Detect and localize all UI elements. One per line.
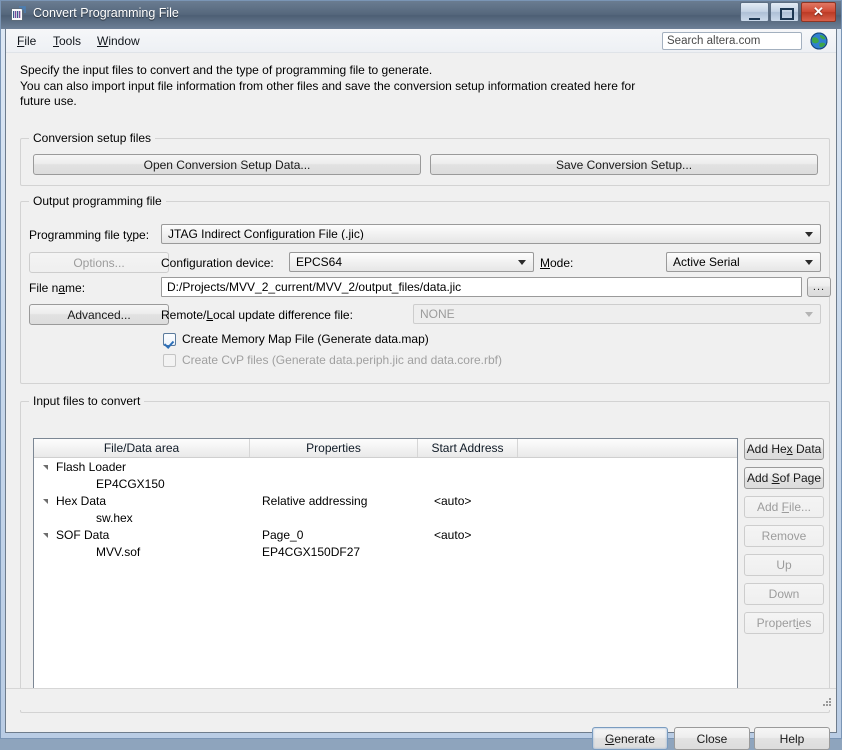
- instructions-line-2: You can also import input file informati…: [20, 78, 636, 93]
- chevron-down-icon: [518, 260, 526, 265]
- title-bar[interactable]: Convert Programming File ✕: [1, 1, 841, 29]
- create-cvp-files-label: Create CvP files (Generate data.periph.j…: [182, 353, 502, 367]
- search-input[interactable]: [662, 32, 802, 50]
- chevron-down-icon: [805, 260, 813, 265]
- input-files-to-convert-title: Input files to convert: [29, 394, 145, 408]
- cell-properties: Relative addressing: [262, 494, 368, 508]
- cell-properties: Page_0: [262, 528, 304, 542]
- mode-label: Mode:: [540, 256, 574, 270]
- create-cvp-files-checkbox[interactable]: [163, 354, 176, 367]
- close-window-button[interactable]: ✕: [801, 2, 836, 22]
- status-bar: [6, 688, 836, 710]
- side-button-add-sof-page[interactable]: Add Sof Page: [744, 467, 824, 489]
- tree-expander-icon[interactable]: [43, 499, 48, 504]
- cell-file-data-area: sw.hex: [96, 511, 133, 525]
- conversion-setup-files-title: Conversion setup files: [29, 131, 156, 145]
- chevron-down-icon: [805, 232, 813, 237]
- output-programming-file-title: Output programming file: [29, 194, 166, 208]
- table-row[interactable]: Flash Loader: [34, 459, 737, 476]
- side-button-down[interactable]: Down: [744, 583, 824, 605]
- side-button-remove[interactable]: Remove: [744, 525, 824, 547]
- menu-tools[interactable]: Tools: [48, 33, 86, 49]
- close-icon: ✕: [813, 4, 824, 19]
- cell-properties: [262, 510, 422, 527]
- instructions-text: Specify the input files to convert and t…: [20, 63, 640, 110]
- menu-file[interactable]: File: [12, 33, 41, 49]
- configuration-device-select[interactable]: EPCS64: [289, 252, 534, 272]
- cell-start-address: [434, 476, 524, 493]
- menu-bar: File Tools Window: [6, 29, 836, 53]
- side-button-up[interactable]: Up: [744, 554, 824, 576]
- table-header-row: File/Data area Properties Start Address: [34, 439, 737, 458]
- window-client-area: File Tools Window Specify the input file…: [5, 29, 837, 750]
- convert-programming-file-window: Convert Programming File ✕ File Tools Wi…: [0, 0, 842, 750]
- browse-file-button[interactable]: ...: [807, 277, 831, 297]
- cell-file-data-area: MVV.sof: [96, 545, 141, 559]
- programming-file-icon: [10, 6, 27, 23]
- globe-icon[interactable]: [809, 31, 829, 51]
- maximize-button[interactable]: [770, 2, 799, 22]
- file-name-input[interactable]: [161, 277, 802, 297]
- cell-properties: [262, 459, 422, 476]
- input-files-table[interactable]: File/Data area Properties Start Address …: [33, 438, 738, 702]
- resize-grip[interactable]: [821, 696, 833, 708]
- side-button-properties[interactable]: Properties: [744, 612, 824, 634]
- file-name-label: File name:: [29, 281, 86, 295]
- table-row[interactable]: EP4CGX150: [34, 476, 737, 493]
- column-header-blank[interactable]: [518, 439, 737, 457]
- column-header-properties[interactable]: Properties: [250, 439, 418, 457]
- table-row[interactable]: SOF Data Page_0 <auto>: [34, 527, 737, 544]
- tree-expander-icon[interactable]: [43, 465, 48, 470]
- side-button-add-hex-data[interactable]: Add Hex Data: [744, 438, 824, 460]
- save-conversion-setup-button[interactable]: Save Conversion Setup...: [430, 154, 818, 175]
- instructions-line-3: future use.: [20, 94, 77, 108]
- table-row[interactable]: Hex Data Relative addressing <auto>: [34, 493, 737, 510]
- programming-file-type-label: Programming file type:: [29, 228, 150, 242]
- remote-local-update-value: NONE: [420, 308, 455, 320]
- table-row[interactable]: sw.hex: [34, 510, 737, 527]
- options-button[interactable]: Options...: [29, 252, 169, 273]
- programming-file-type-select[interactable]: JTAG Indirect Configuration File (.jic): [161, 224, 821, 244]
- window-title: Convert Programming File: [33, 6, 179, 20]
- dialog-content: Specify the input files to convert and t…: [6, 53, 836, 750]
- cell-start-address: [434, 459, 524, 476]
- side-button-add-file[interactable]: Add File...: [744, 496, 824, 518]
- table-row[interactable]: MVV.sof EP4CGX150DF27: [34, 544, 737, 561]
- open-conversion-setup-data-button[interactable]: Open Conversion Setup Data...: [33, 154, 421, 175]
- create-memory-map-checkbox[interactable]: [163, 333, 176, 346]
- instructions-line-1: Specify the input files to convert and t…: [20, 63, 433, 77]
- cell-start-address: [434, 544, 524, 561]
- column-header-start-address[interactable]: Start Address: [418, 439, 518, 457]
- menu-window[interactable]: Window: [92, 33, 145, 49]
- configuration-device-label: Configuration device:: [161, 256, 274, 270]
- cell-properties: EP4CGX150DF27: [262, 545, 361, 559]
- cell-file-data-area: SOF Data: [56, 528, 110, 542]
- cell-file-data-area: EP4CGX150: [96, 477, 165, 491]
- chevron-down-icon: [805, 312, 813, 317]
- cell-start-address: <auto>: [434, 494, 472, 508]
- column-header-file-data-area[interactable]: File/Data area: [34, 439, 250, 457]
- tree-expander-icon[interactable]: [43, 533, 48, 538]
- programming-file-type-value: JTAG Indirect Configuration File (.jic): [168, 228, 364, 240]
- mode-select[interactable]: Active Serial: [666, 252, 821, 272]
- remote-local-update-label: Remote/Local update difference file:: [161, 308, 353, 322]
- advanced-button[interactable]: Advanced...: [29, 304, 169, 325]
- output-programming-file-group: Output programming file Programming file…: [20, 194, 831, 384]
- cell-file-data-area: Flash Loader: [56, 460, 127, 474]
- cell-file-data-area: Hex Data: [56, 494, 107, 508]
- cell-properties: [262, 476, 422, 493]
- input-files-to-convert-group: Input files to convert File/Data area Pr…: [20, 394, 830, 713]
- remote-local-update-select[interactable]: NONE: [413, 304, 821, 324]
- cell-start-address: <auto>: [434, 528, 472, 542]
- configuration-device-value: EPCS64: [296, 256, 343, 268]
- cell-start-address: [434, 510, 524, 527]
- create-memory-map-label: Create Memory Map File (Generate data.ma…: [182, 332, 429, 346]
- mode-value: Active Serial: [673, 256, 740, 268]
- minimize-button[interactable]: [740, 2, 769, 22]
- conversion-setup-files-group: Conversion setup files Open Conversion S…: [20, 131, 830, 186]
